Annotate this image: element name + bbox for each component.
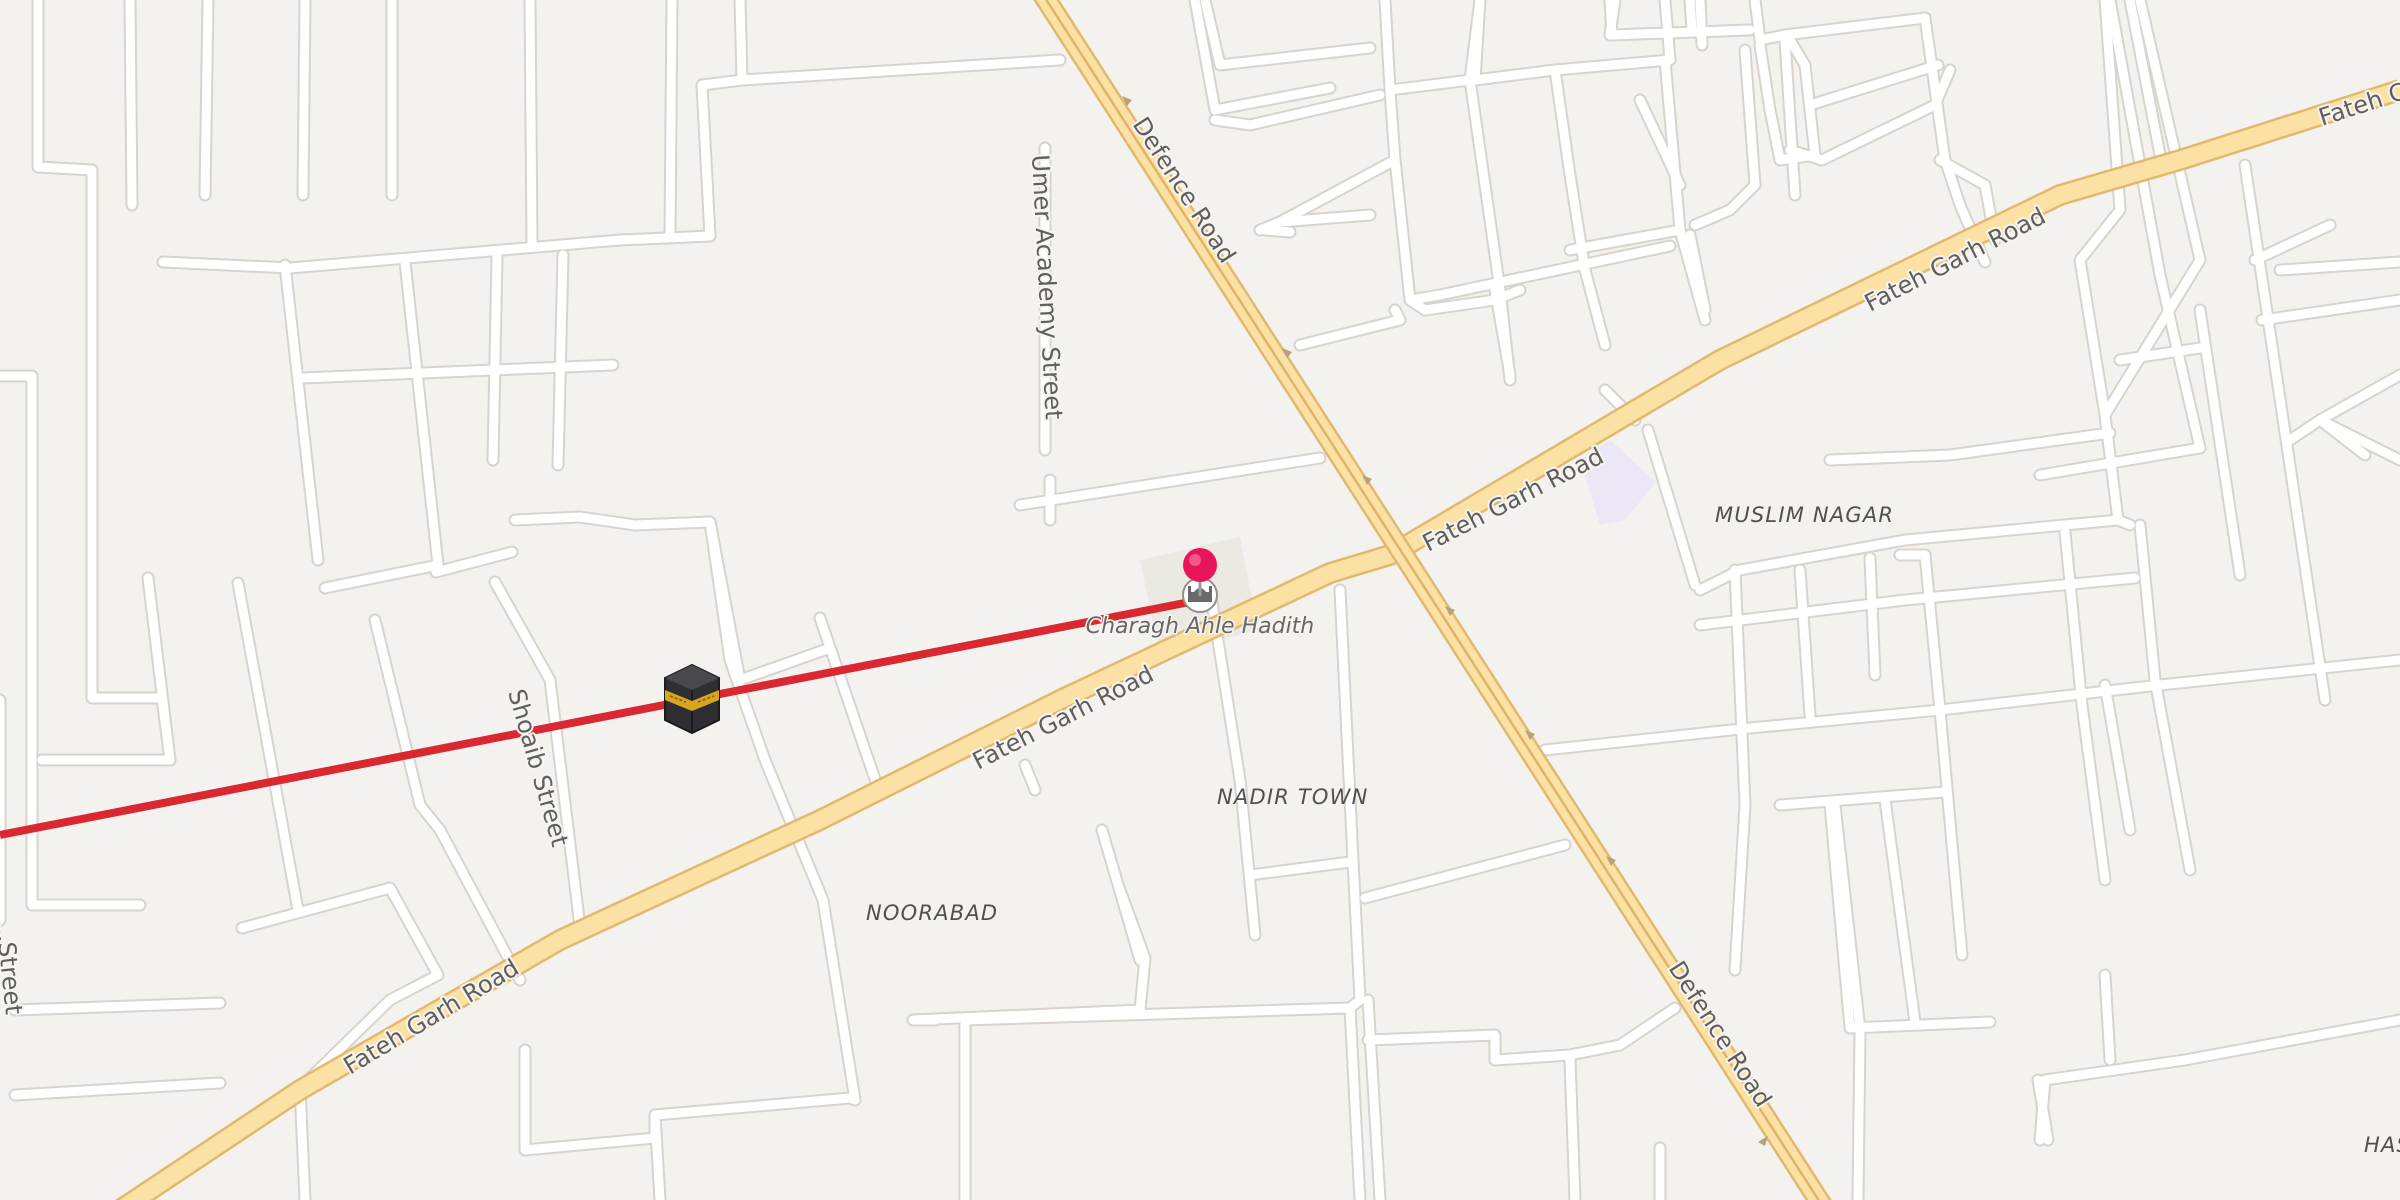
area-label-has: HAS	[2364, 1133, 2400, 1157]
map-canvas[interactable]: Defence Road Defence Road Fateh Garh Roa…	[0, 0, 2400, 1200]
area-label-muslim-nagar: MUSLIM NAGAR	[1715, 503, 1894, 527]
kaaba-icon[interactable]	[664, 663, 720, 735]
area-label-noorabad: NOORABAD	[866, 901, 998, 925]
poi-label-charagh-ahle-hadith: Charagh Ahle Hadith	[1086, 614, 1315, 639]
area-label-nadir-town: NADIR TOWN	[1217, 785, 1369, 809]
